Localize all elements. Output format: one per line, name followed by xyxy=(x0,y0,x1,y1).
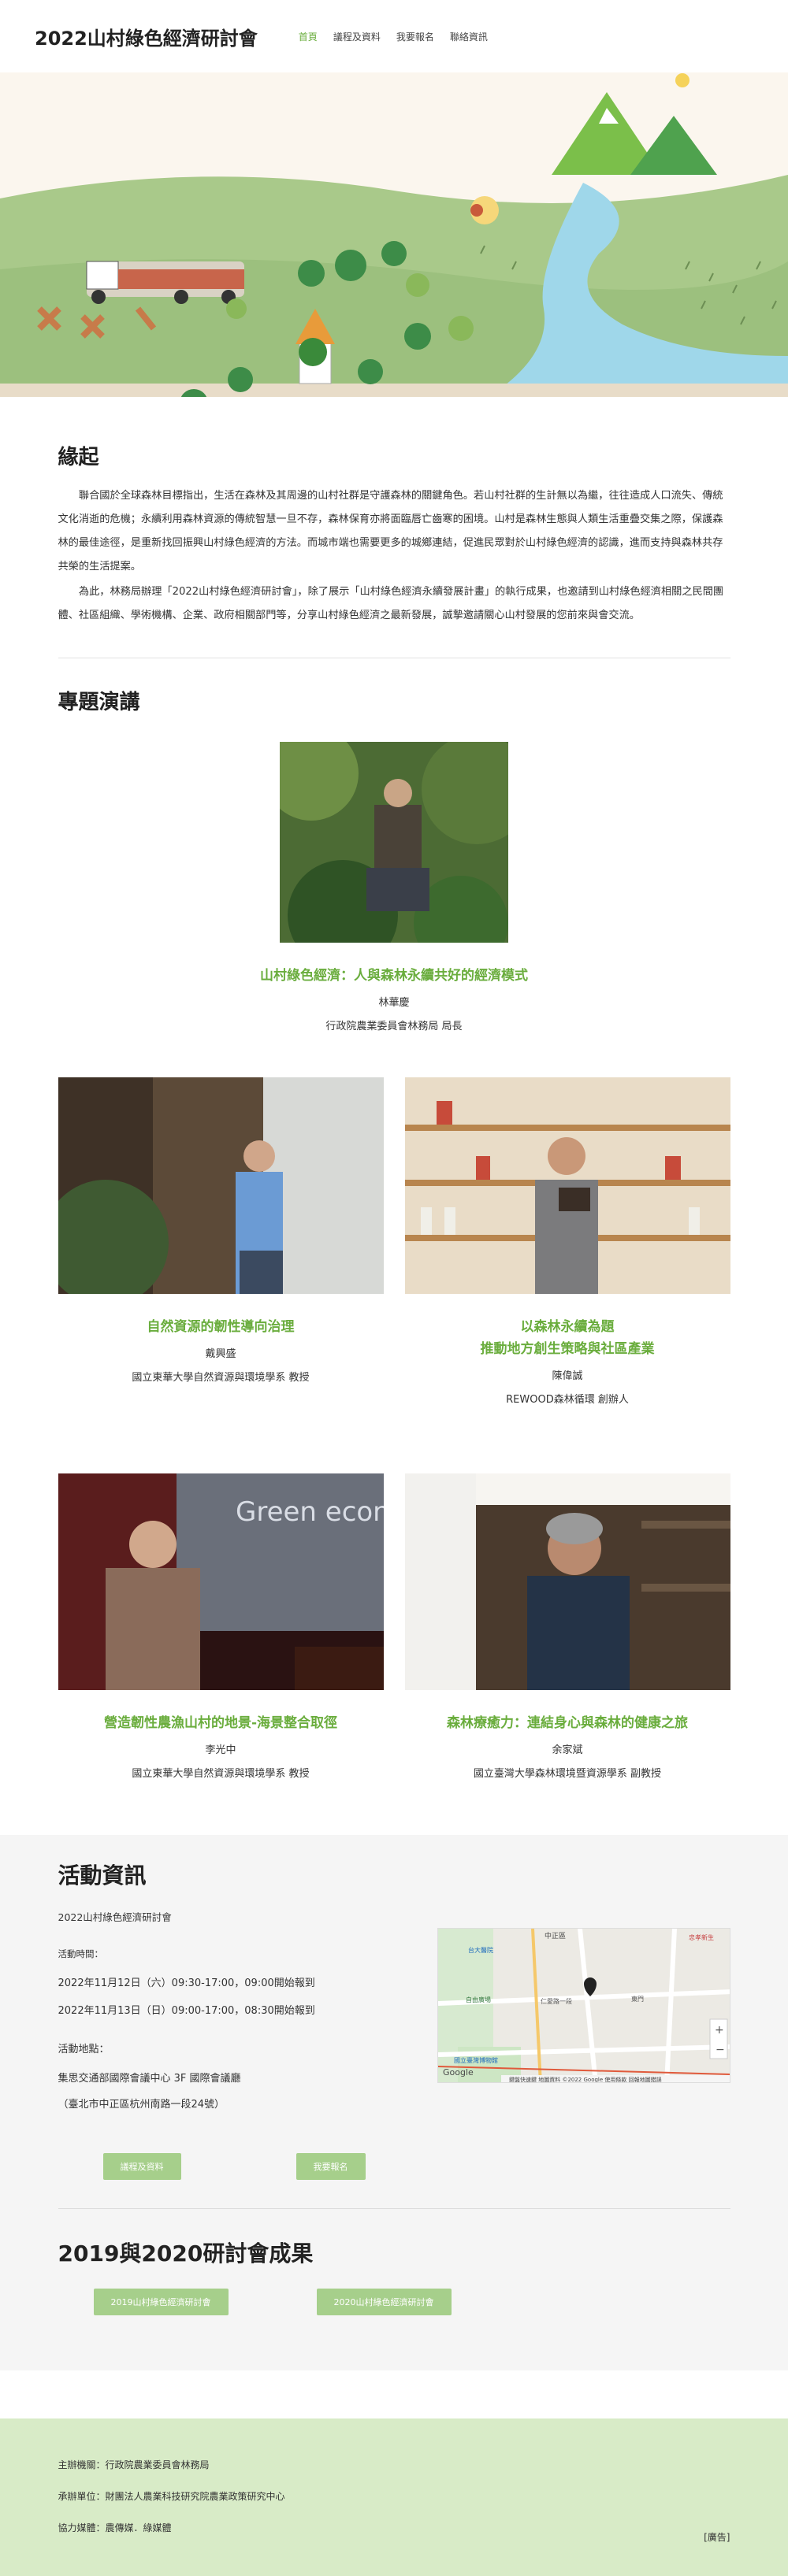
nav-agenda[interactable]: 議程及資料 xyxy=(333,30,381,43)
slide-text: Green econom xyxy=(236,1496,384,1528)
event-name: 2022山村綠色經濟研討會 xyxy=(58,1911,172,1923)
origin-paragraph-2: 為此，林務局辦理「2022山村綠色經濟研討會」，除了展示「山村綠色經濟永續發展計… xyxy=(58,586,724,621)
footer-organizer: 主辦機關：行政院農業委員會林務局 xyxy=(58,2459,210,2470)
talk-title: 以森林永續為題 推動地方創生策略與社區產業 xyxy=(405,1316,730,1360)
talk-title-featured: 山村綠色經濟：人與森林永續共好的經濟模式 xyxy=(260,968,528,984)
speaker-photo-chen xyxy=(404,1077,730,1294)
origin-heading: 緣起 xyxy=(58,446,99,469)
results-section: 2019與2020研討會成果 2019山村綠色經濟研討會 2020山村綠色經濟研… xyxy=(58,2209,730,2339)
talk-title-line-1: 以森林永續為題 xyxy=(520,1319,615,1335)
agenda-button[interactable]: 議程及資料 xyxy=(102,2153,181,2180)
speaker-photo-lin xyxy=(280,742,508,943)
site-footer: 主辦機關：行政院農業委員會林務局 承辦單位：財團法人農業科技研究院農業政策研究中… xyxy=(0,2418,788,2576)
results-buttons: 2019山村綠色經濟研討會 2020山村綠色經濟研討會 xyxy=(58,2289,730,2315)
speaker-card: Green econom 營造韌性農漁山村的地景-海景整合取徑 李光中 國立東華… xyxy=(58,1473,384,1780)
zoom-out-icon[interactable]: − xyxy=(716,2044,725,2056)
speaker-photo-tai xyxy=(58,1077,384,1294)
speaker-name: 戴興盛 xyxy=(205,1348,236,1360)
speaker-org: REWOOD森林循環 創辦人 xyxy=(506,1394,629,1406)
speaker-org: 國立東華大學自然資源與環境學系 教授 xyxy=(132,1372,310,1384)
map-footer[interactable]: 鍵盤快速鍵 地圖資料 ©2022 Google 使用條款 回報地圖錯誤 xyxy=(509,2076,662,2083)
speaker-name-featured: 林華慶 xyxy=(378,997,410,1009)
speaker-org: 國立東華大學自然資源與環境學系 教授 xyxy=(132,1768,310,1780)
nav-register[interactable]: 我要報名 xyxy=(396,30,434,43)
main-nav: 首頁 議程及資料 我要報名 聯絡資訊 xyxy=(299,30,488,43)
footer-executor: 承辦單位：財團法人農業科技研究院農業政策研究中心 xyxy=(58,2491,285,2502)
speaker-photo-li: Green econom xyxy=(58,1473,384,1690)
map-label-hospital: 台大醫院 xyxy=(468,1946,493,1954)
event-info-section: 活動資訊 2022山村綠色經濟研討會 活動時間： 2022年11月12日（六）0… xyxy=(0,1835,788,2370)
speaker-card: 以森林永續為題 推動地方創生策略與社區產業 陳偉誠 REWOOD森林循環 創辦人 xyxy=(404,1077,730,1406)
speaker-name: 李光中 xyxy=(205,1744,236,1756)
map-label-area: 中正區 xyxy=(545,1931,566,1940)
speaker-card: 森林療癒力：連結身心與森林的健康之旅 余家斌 國立臺灣大學森林環境暨資源學系 副… xyxy=(404,1473,730,1780)
talk-title-line-2: 推動地方創生策略與社區產業 xyxy=(480,1341,655,1357)
talks-row-1: 自然資源的韌性導向治理 戴興盛 國立東華大學自然資源與環境學系 教授 以森林永續… xyxy=(58,1077,730,1406)
nav-contact[interactable]: 聯絡資訊 xyxy=(450,30,488,43)
speaker-name: 余家斌 xyxy=(552,1744,583,1756)
info-buttons: 議程及資料 我要報名 xyxy=(58,2153,730,2180)
hero-banner xyxy=(0,72,788,397)
results-heading: 2019與2020研討會成果 xyxy=(58,2241,314,2267)
info-heading: 活動資訊 xyxy=(58,1863,147,1888)
origin-section: 緣起 聯合國於全球森林目標指出，生活在森林及其周邊的山村社群是守護森林的關鍵角色… xyxy=(58,397,730,715)
zoom-in-icon[interactable]: + xyxy=(715,2024,724,2037)
event-place-2: （臺北市中正區杭州南路一段24號） xyxy=(58,2099,225,2111)
hero-illustration xyxy=(0,72,788,397)
talk-title: 營造韌性農漁山村的地景-海景整合取徑 xyxy=(103,1715,338,1731)
map-label-dongmen: 東門 xyxy=(631,1995,644,2003)
featured-talk: 山村綠色經濟：人與森林永續共好的經濟模式 林華慶 行政院農業委員會林務局 局長 xyxy=(0,742,788,1032)
map-label-museum: 國立臺灣博物館 xyxy=(454,2056,498,2064)
map-embed[interactable]: 中正區 忠孝新生 台大醫院 仁愛路一段 東門 自由廣場 國立臺灣博物館 Goog… xyxy=(437,1928,730,2083)
nav-home[interactable]: 首頁 xyxy=(299,30,318,43)
site-header: 2022山村綠色經濟研討會 首頁 議程及資料 我要報名 聯絡資訊 xyxy=(0,0,788,72)
talk-title: 自然資源的韌性導向治理 xyxy=(147,1319,295,1335)
speaker-name: 陳偉誠 xyxy=(552,1370,583,1382)
register-button[interactable]: 我要報名 xyxy=(296,2153,366,2180)
talk-title: 森林療癒力：連結身心與森林的健康之旅 xyxy=(447,1715,688,1731)
speaker-org: 國立臺灣大學森林環境暨資源學系 副教授 xyxy=(473,1768,662,1780)
speaker-org-featured: 行政院農業委員會林務局 局長 xyxy=(325,1021,463,1032)
speaker-photo-yu xyxy=(404,1473,730,1690)
map-label-plaza: 自由廣場 xyxy=(466,1996,491,2003)
map-label-road: 仁愛路一段 xyxy=(541,1997,572,2005)
results-2020-button[interactable]: 2020山村綠色經濟研討會 xyxy=(316,2289,452,2315)
divider xyxy=(58,2208,730,2209)
results-2019-button[interactable]: 2019山村綠色經濟研討會 xyxy=(93,2289,229,2315)
site-title[interactable]: 2022山村綠色經濟研討會 xyxy=(35,23,258,50)
talks-row-2: Green econom 營造韌性農漁山村的地景-海景整合取徑 李光中 國立東華… xyxy=(58,1473,730,1780)
map-label-station: 忠孝新生 xyxy=(689,1933,714,1941)
footer-ad-link[interactable]: [廣告] xyxy=(704,2530,730,2544)
origin-paragraph-1: 聯合國於全球森林目標指出，生活在森林及其周邊的山村社群是守護森林的關鍵角色。若山… xyxy=(58,490,723,573)
speaker-card-featured: 山村綠色經濟：人與森林永續共好的經濟模式 林華慶 行政院農業委員會林務局 局長 xyxy=(0,742,788,1032)
talks-heading: 專題演講 xyxy=(58,691,140,714)
footer-media: 協力媒體：農傳媒．綠媒體 xyxy=(58,2522,172,2533)
map-google-logo: Google xyxy=(443,2067,474,2077)
speaker-card: 自然資源的韌性導向治理 戴興盛 國立東華大學自然資源與環境學系 教授 xyxy=(58,1077,384,1406)
